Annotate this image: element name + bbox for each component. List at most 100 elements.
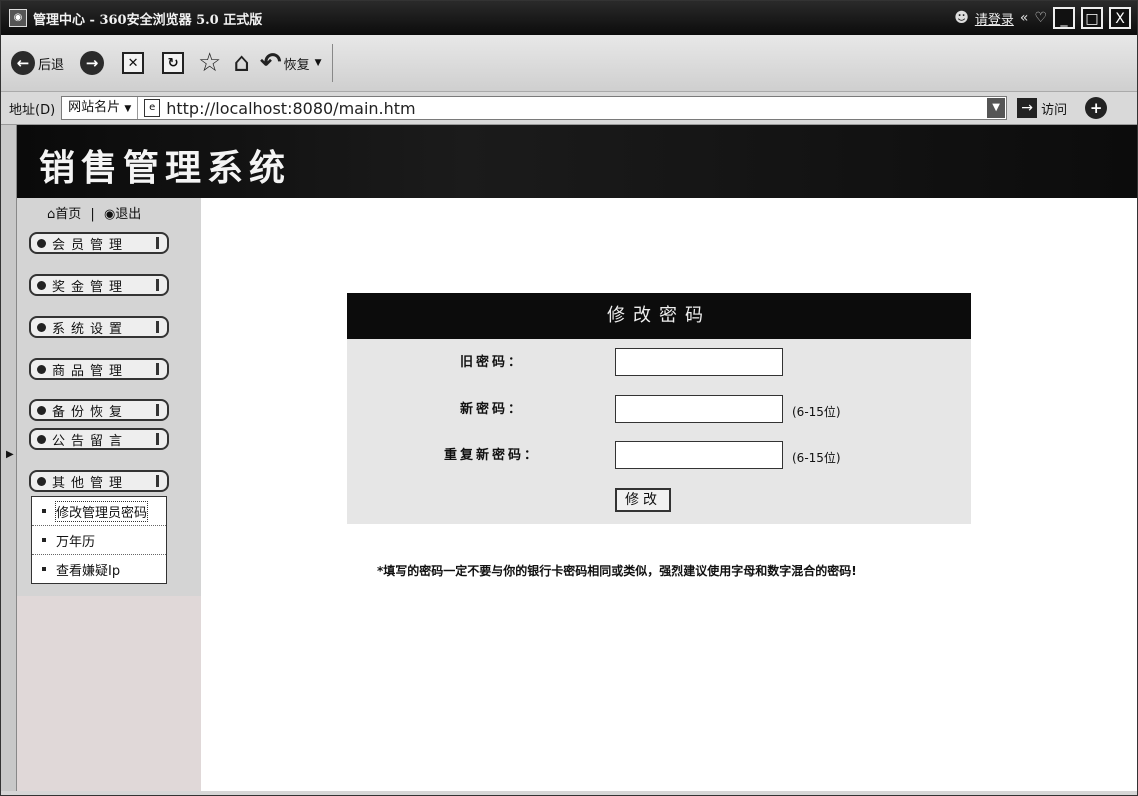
left-sidebar: ⌂首页 | ◉退出 会员管理 奖金管理 系统设置 商品管理 备份恢复 公告留言 … [17, 198, 201, 791]
address-bar: 地址(D) 网站名片 ▼ e http://localhost:8080/mai… [1, 92, 1137, 125]
menu-bullet-icon [37, 476, 46, 486]
url-input[interactable]: http://localhost:8080/main.htm [166, 99, 415, 118]
submenu-bullet-icon [42, 538, 46, 542]
menu-label: 公告留言 [52, 433, 129, 449]
submenu-label: 万年历 [56, 534, 96, 550]
menu-bonus-management[interactable]: 奖金管理 [29, 274, 169, 296]
logout-link[interactable]: 退出 [115, 207, 141, 222]
window-title: 管理中心 - 360安全浏览器 5.0 正式版 [33, 12, 263, 28]
sidebar-toggle-strip[interactable]: ▶ [1, 125, 17, 791]
new-password-label: 新密码： [459, 402, 524, 417]
page-icon: e [144, 99, 161, 117]
new-password-input[interactable] [615, 395, 783, 423]
repeat-password-input[interactable] [615, 441, 783, 469]
user-icon: ☻ [954, 10, 969, 26]
menu-label: 系统设置 [52, 321, 129, 337]
site-card-arrow-icon: ▼ [124, 104, 132, 114]
titlebar-controls: ☻ 请登录 « ♡ _ □ X [954, 7, 1131, 29]
menu-label: 备份恢复 [52, 404, 129, 420]
submenu-change-admin-password[interactable]: 修改管理员密码 [32, 497, 166, 526]
menu-handle [156, 475, 159, 487]
page-viewport: ▶ 销售管理系统 ⌂首页 | ◉退出 会员管理 奖金管理 系统设置 商品管理 备… [1, 125, 1137, 791]
new-password-row: 新密码： (6-15位) [347, 395, 971, 425]
browser-window: ◉ 管理中心 - 360安全浏览器 5.0 正式版 ☻ 请登录 « ♡ _ □ … [0, 0, 1138, 796]
menu-backup-restore[interactable]: 备份恢复 [29, 399, 169, 421]
go-label: 访问 [1041, 102, 1068, 118]
login-link[interactable]: 请登录 [975, 9, 1014, 28]
restore-label: 恢复 [283, 57, 310, 73]
home-link[interactable]: 首页 [55, 207, 81, 222]
menu-member-management[interactable]: 会员管理 [29, 232, 169, 254]
menu-handle [156, 237, 159, 249]
expand-arrow-icon[interactable]: ▶ [6, 449, 14, 460]
submenu-suspicious-ip[interactable]: 查看嫌疑Ip [32, 555, 166, 583]
close-button[interactable]: X [1109, 7, 1131, 29]
back-button[interactable]: ← 后退 [11, 51, 64, 75]
repeat-password-row: 重复新密码： (6-15位) [347, 441, 971, 471]
back-arrow-icon: ← [11, 51, 35, 75]
menu-bullet-icon [37, 238, 46, 248]
submenu-label: 修改管理员密码 [54, 500, 149, 522]
browser-icon: ◉ [9, 9, 27, 27]
title-bar: ◉ 管理中心 - 360安全浏览器 5.0 正式版 ☻ 请登录 « ♡ _ □ … [1, 1, 1137, 35]
site-card-dropdown[interactable]: 网站名片 ▼ [62, 97, 139, 119]
shirt-icon[interactable]: ♡ [1034, 10, 1047, 26]
address-label: 地址(D) [9, 102, 56, 118]
refresh-icon: ↻ [162, 52, 185, 74]
stop-button[interactable]: ✕ [122, 52, 145, 74]
browser-toolbar: ← 后退 → ✕ ↻ ☆ ⌂ ↶ 恢复 ▼ [1, 35, 1137, 92]
menu-handle [156, 363, 159, 375]
menu-system-settings[interactable]: 系统设置 [29, 316, 169, 338]
shield-icon[interactable]: + [1085, 97, 1108, 119]
sidebar-menu-area: ⌂首页 | ◉退出 会员管理 奖金管理 系统设置 商品管理 备份恢复 公告留言 … [17, 198, 201, 596]
maximize-button[interactable]: □ [1081, 7, 1103, 29]
forward-button[interactable]: → [80, 51, 105, 75]
old-password-input[interactable] [615, 348, 783, 376]
change-password-panel: 修改密码 旧密码： 新密码： (6-15位) 重复新密码： (6-15位) 修改 [347, 293, 971, 524]
menu-announcement[interactable]: 公告留言 [29, 428, 169, 450]
home-button[interactable]: ⌂ [233, 48, 250, 78]
back-label: 后退 [38, 57, 65, 73]
old-password-row: 旧密码： [347, 348, 971, 378]
menu-bullet-icon [37, 405, 46, 415]
star-icon: ☆ [198, 48, 222, 78]
menu-bullet-icon [37, 322, 46, 332]
submenu-bullet-icon [42, 509, 46, 513]
site-brand: 销售管理系统 [39, 148, 292, 189]
repeat-password-label: 重复新密码： [443, 448, 540, 463]
menu-handle [156, 321, 159, 333]
go-arrow-icon: → [1017, 98, 1038, 118]
refresh-button[interactable]: ↻ [162, 52, 185, 74]
menu-label: 商品管理 [52, 363, 129, 379]
main-content: 修改密码 旧密码： 新密码： (6-15位) 重复新密码： (6-15位) 修改 [201, 198, 1137, 791]
restore-button[interactable]: ↶ 恢复 ▼ [260, 50, 322, 76]
menu-product-management[interactable]: 商品管理 [29, 358, 169, 380]
new-password-hint: (6-15位) [792, 405, 841, 419]
menu-label: 奖金管理 [52, 279, 129, 295]
top-nav-links: ⌂首页 | ◉退出 [47, 203, 141, 222]
restore-dropdown-icon[interactable]: ▼ [315, 58, 322, 68]
menu-bullet-icon [37, 364, 46, 374]
submenu-bullet-icon [42, 567, 46, 571]
favorites-button[interactable]: ☆ [198, 48, 222, 78]
nav-separator: | [90, 207, 95, 222]
panel-title: 修改密码 [347, 293, 971, 339]
logout-icon: ◉ [103, 207, 116, 222]
address-box: 网站名片 ▼ e http://localhost:8080/main.htm … [61, 96, 1008, 120]
stop-icon: ✕ [122, 52, 145, 74]
submenu-calendar[interactable]: 万年历 [32, 526, 166, 555]
menu-bullet-icon [37, 434, 46, 444]
menu-label: 其他管理 [52, 475, 129, 491]
minimize-button[interactable]: _ [1053, 7, 1075, 29]
menu-handle [156, 404, 159, 416]
site-banner: 销售管理系统 [17, 125, 1137, 198]
menu-handle [156, 433, 159, 445]
submit-button[interactable]: 修改 [615, 488, 671, 512]
go-button[interactable]: → 访问 [1017, 98, 1067, 118]
collapse-icon[interactable]: « [1020, 10, 1029, 26]
url-dropdown-icon[interactable]: ▼ [987, 98, 1006, 118]
old-password-label: 旧密码： [459, 355, 524, 370]
repeat-password-hint: (6-15位) [792, 451, 841, 465]
home-icon: ⌂ [233, 48, 250, 78]
menu-other-management[interactable]: 其他管理 [29, 470, 169, 492]
